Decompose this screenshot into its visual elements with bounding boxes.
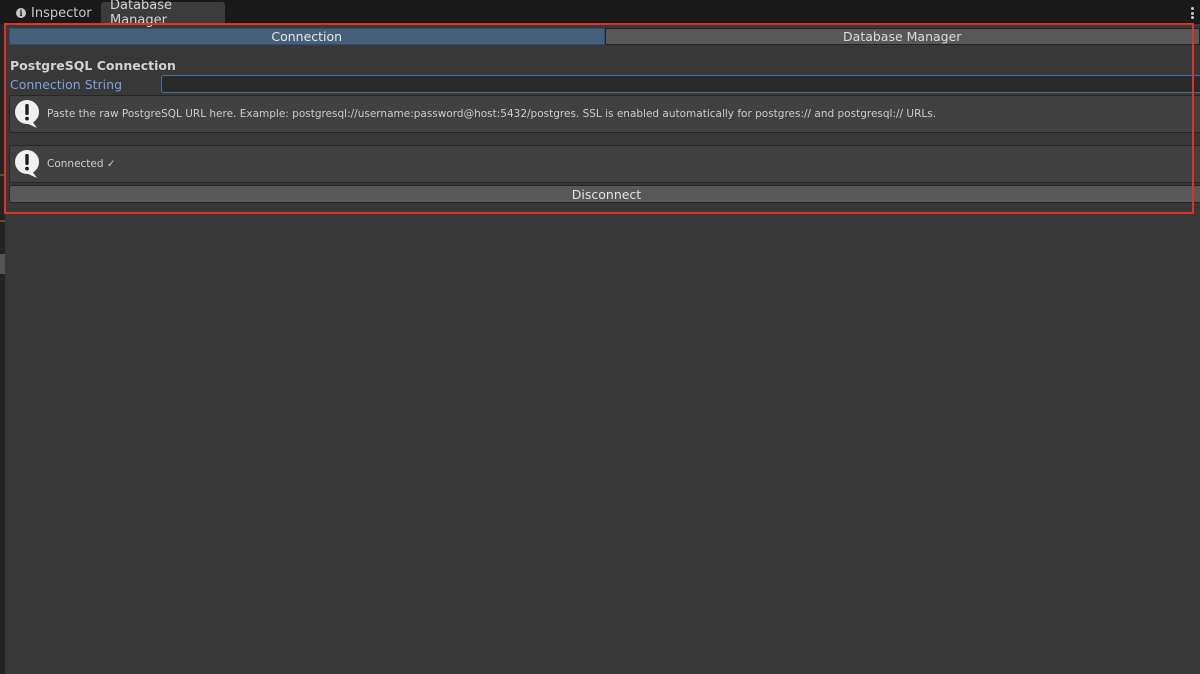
warning-speech-icon [15, 100, 39, 128]
info-icon: i [16, 8, 26, 18]
status-text: Connected ✓ [47, 158, 116, 170]
tab-database-manager-label: Database Manager [110, 0, 173, 28]
left-dock-edge [0, 24, 5, 674]
disconnect-button[interactable]: Disconnect [9, 185, 1200, 203]
toolbar-connection-button[interactable]: Connection [9, 28, 605, 45]
warning-speech-icon [15, 150, 39, 178]
section-title: PostgreSQL Connection [10, 58, 176, 73]
help-box-status: Connected ✓ [9, 145, 1200, 183]
section-toolbar: Connection Database Manager [9, 28, 1200, 45]
kebab-menu-icon[interactable] [1191, 7, 1194, 19]
disconnect-label: Disconnect [571, 186, 642, 202]
editor-window: i Inspector Database Manager Connection … [0, 0, 1200, 674]
toolbar-database-manager-label: Database Manager [843, 29, 962, 44]
help-text: Paste the raw PostgreSQL URL here. Examp… [47, 108, 937, 120]
tab-database-manager[interactable]: Database Manager [101, 0, 225, 28]
tab-inspector[interactable]: i Inspector [8, 2, 96, 24]
toolbar-database-manager-button[interactable]: Database Manager [604, 28, 1200, 45]
connection-string-label: Connection String [10, 77, 123, 92]
window-tab-strip: i Inspector Database Manager [0, 0, 1200, 28]
help-box-instructions: Paste the raw PostgreSQL URL here. Examp… [9, 95, 1200, 133]
tab-inspector-label: Inspector [31, 5, 92, 21]
toolbar-connection-label: Connection [271, 29, 343, 44]
connection-string-input[interactable] [161, 75, 1200, 93]
